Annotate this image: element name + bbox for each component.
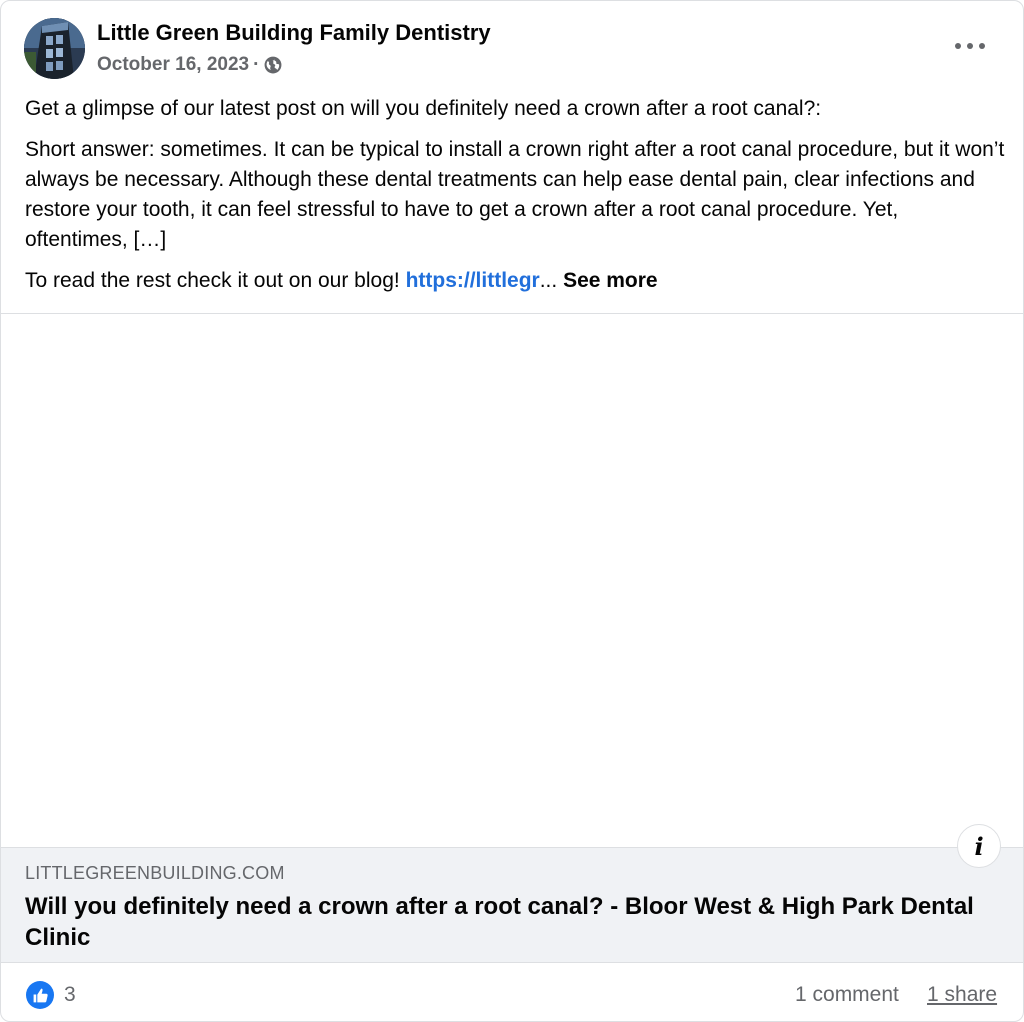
dot-icon xyxy=(955,43,961,49)
see-more-button[interactable]: See more xyxy=(563,269,658,292)
info-icon[interactable]: i xyxy=(957,824,1001,868)
post-paragraph: Get a glimpse of our latest post on will… xyxy=(25,97,822,120)
comment-count[interactable]: 1 comment xyxy=(795,983,899,1007)
more-options-button[interactable] xyxy=(955,31,985,61)
post-card: Little Green Building Family Dentistry O… xyxy=(0,0,1024,1022)
post-paragraph-with-link: To read the rest check it out on our blo… xyxy=(25,266,1005,296)
link-preview-details[interactable]: LITTLEGREENBUILDING.COM Will you definit… xyxy=(1,847,1023,963)
building-photo xyxy=(24,18,85,79)
link-title: Will you definitely need a crown after a… xyxy=(25,893,974,951)
truncation-ellipsis: ... xyxy=(539,269,564,292)
blog-link[interactable]: https://littlegr xyxy=(406,269,540,292)
dot-icon xyxy=(967,43,973,49)
link-preview-image[interactable] xyxy=(1,314,1023,847)
post-meta: October 16, 2023 · xyxy=(97,54,282,76)
post-text: Get a glimpse of our latest post on will… xyxy=(25,94,1005,307)
meta-separator: · xyxy=(253,54,260,75)
blog-prompt: To read the rest check it out on our blo… xyxy=(25,269,406,292)
dot-icon xyxy=(979,43,985,49)
link-domain: LITTLEGREENBUILDING.COM xyxy=(25,863,285,883)
page-avatar[interactable] xyxy=(24,18,85,79)
share-count[interactable]: 1 share xyxy=(927,983,997,1007)
post-date[interactable]: October 16, 2023 xyxy=(97,54,249,76)
post-paragraph: Short answer: sometimes. It can be typic… xyxy=(25,138,1005,251)
like-icon[interactable] xyxy=(26,981,54,1009)
globe-icon xyxy=(264,56,282,74)
reaction-count[interactable]: 3 xyxy=(64,983,76,1007)
page-name[interactable]: Little Green Building Family Dentistry xyxy=(97,20,491,46)
